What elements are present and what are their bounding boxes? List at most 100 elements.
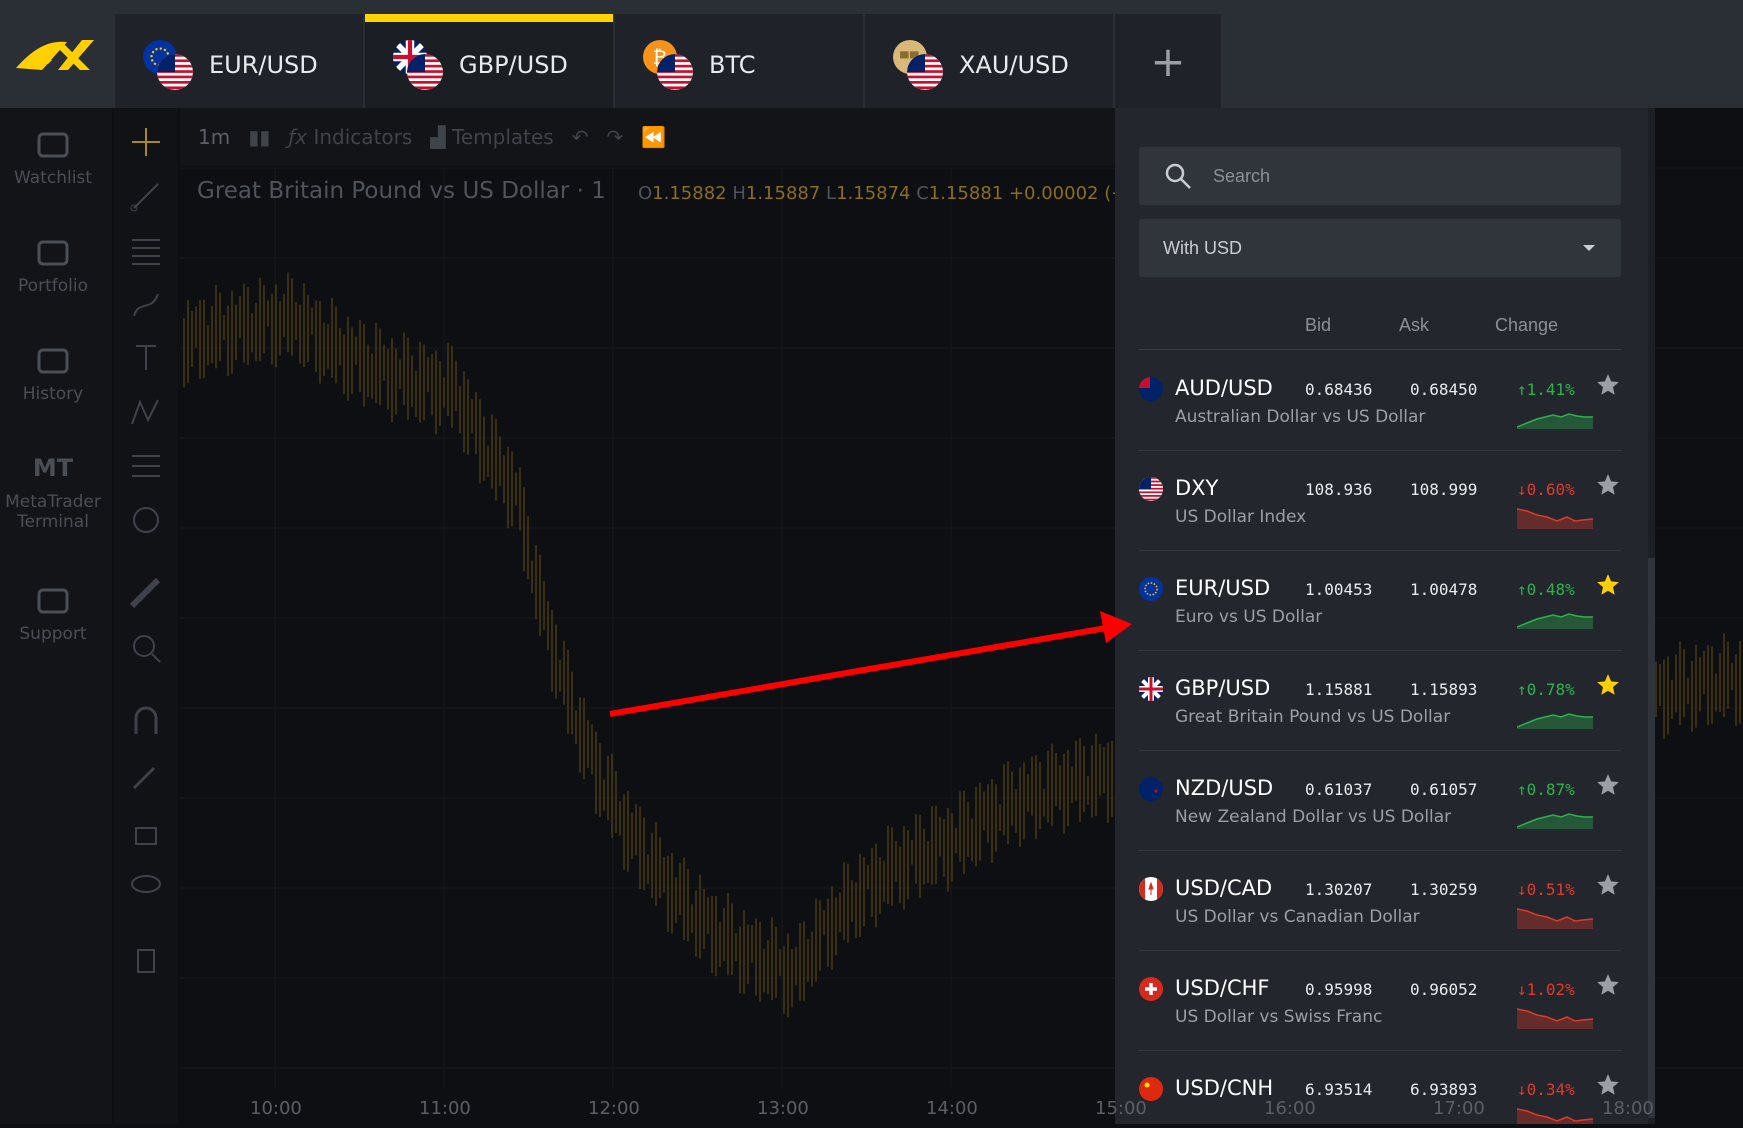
eye-icon[interactable] — [128, 866, 164, 902]
rewind-icon[interactable]: ⏪ — [641, 125, 666, 149]
zoom-in-icon[interactable] — [128, 630, 164, 666]
tab-label: XAU/USD — [959, 51, 1069, 79]
indicators-button[interactable]: ƒx Indicators — [288, 125, 412, 149]
arrow-up-icon: ↑ — [1517, 780, 1527, 799]
favorite-star-icon[interactable] — [1595, 572, 1621, 598]
scrollbar-thumb[interactable] — [1648, 558, 1655, 1118]
panel-scrollbar[interactable] — [1648, 108, 1655, 1124]
favorite-star-icon[interactable] — [1595, 972, 1621, 998]
flag-icon — [1139, 477, 1163, 501]
candle-type-icon[interactable]: ▮▮ — [248, 125, 270, 149]
arrow-up-icon: ↑ — [1517, 580, 1527, 599]
watchlist-row[interactable]: USD/CHF US Dollar vs Swiss Franc 0.95998 0.… — [1139, 950, 1621, 1051]
watchlist-row[interactable]: GBP/USD Great Britain Pound vs US Dollar 1… — [1139, 650, 1621, 751]
watchlist-row[interactable]: AUD/USD Australian Dollar vs US Dollar 0.6… — [1139, 350, 1621, 451]
change-percent: ↑1.41% — [1517, 380, 1575, 399]
change-value: 0.87% — [1526, 780, 1575, 799]
crosshair-icon[interactable] — [128, 124, 164, 160]
symbol: DXY — [1175, 476, 1219, 500]
brush-tool-icon[interactable] — [128, 286, 164, 322]
time-axis-label: 14:00 — [926, 1098, 978, 1119]
magnet-icon[interactable] — [128, 704, 164, 740]
ask-header: Ask — [1399, 315, 1430, 335]
ask-price: 1.15893 — [1410, 680, 1478, 699]
favorite-star-icon[interactable] — [1595, 1072, 1621, 1098]
favorite-star-icon[interactable] — [1595, 672, 1621, 698]
watchlist-row[interactable]: USD/CNH 6.93514 6.93893 ↓0.34% — [1139, 1050, 1621, 1124]
change-percent: ↓0.34% — [1517, 1080, 1575, 1099]
favorite-star-icon[interactable] — [1595, 472, 1621, 498]
pair-flag-icon: ₿ — [643, 40, 695, 90]
filter-select[interactable]: With USD — [1139, 219, 1621, 277]
search-box[interactable] — [1139, 147, 1621, 205]
bid-price: 0.95998 — [1305, 980, 1373, 999]
ohlc-readout: O1.15882 H1.15887 L1.15874 C1.15881 +0.0… — [638, 183, 1138, 204]
logo[interactable] — [12, 30, 102, 80]
nav-label: History — [22, 384, 84, 404]
line-tool-icon[interactable] — [128, 178, 164, 214]
flag-icon — [1139, 977, 1163, 1001]
nav-watchlist[interactable]: Watchlist — [0, 124, 106, 188]
interval-button[interactable]: 1m — [198, 125, 230, 149]
templates-button[interactable]: ▟ Templates — [430, 125, 553, 149]
ask-price: 0.68450 — [1410, 380, 1478, 399]
change-value: 0.78% — [1526, 680, 1575, 699]
undo-icon[interactable]: ↶ — [572, 125, 589, 149]
symbol-description: Euro vs US Dollar — [1175, 607, 1323, 627]
flag-icon — [1139, 677, 1163, 701]
sparkline — [1517, 1008, 1593, 1029]
favorite-star-icon[interactable] — [1595, 772, 1621, 798]
sparkline — [1517, 613, 1593, 629]
nav-support[interactable]: Support — [0, 580, 106, 644]
search-input[interactable] — [1211, 164, 1595, 188]
arrow-up-icon: ↑ — [1517, 380, 1527, 399]
bid-price: 1.15881 — [1305, 680, 1373, 699]
add-tab-button[interactable]: + — [1115, 14, 1221, 108]
nav-metatrader[interactable]: MT MetaTrader Terminal — [0, 448, 106, 532]
nav-history[interactable]: History — [0, 340, 106, 404]
change-value: 0.60% — [1526, 480, 1575, 499]
watchlist-row[interactable]: DXY US Dollar Index 108.936 108.999 ↓0.60% — [1139, 450, 1621, 551]
nav-portfolio[interactable]: Portfolio — [0, 232, 106, 296]
lock-pencil-icon[interactable] — [128, 758, 164, 794]
arrow-down-icon: ↓ — [1517, 1080, 1527, 1099]
plus-icon: + — [1150, 36, 1186, 86]
change-percent: ↑0.78% — [1517, 680, 1575, 699]
favorite-star-icon[interactable] — [1595, 872, 1621, 898]
watchlist-row[interactable]: NZD/USD New Zealand Dollar vs US Dollar 0.… — [1139, 750, 1621, 851]
nav-label: Watchlist — [14, 168, 92, 188]
ask-price: 6.93893 — [1410, 1080, 1478, 1099]
pattern-tool-icon[interactable] — [128, 394, 164, 430]
lock-icon[interactable] — [128, 812, 164, 848]
time-axis-label: 10:00 — [250, 1098, 302, 1119]
ask-price: 0.61057 — [1410, 780, 1478, 799]
watchlist-row[interactable]: EUR/USD Euro vs US Dollar 1.00453 1.00478 ↑0… — [1139, 550, 1621, 651]
tab-xau-usd[interactable]: XAU/USD — [865, 14, 1113, 108]
search-icon — [1165, 163, 1191, 189]
smiley-icon[interactable] — [128, 502, 164, 538]
redo-icon[interactable]: ↷ — [607, 125, 624, 149]
chart-toolbar: 1m ▮▮ ƒx Indicators ▟ Templates ↶ ↷ ⏪ — [180, 108, 1120, 166]
change-percent: ↓1.02% — [1517, 980, 1575, 999]
change-value: 0.51% — [1526, 880, 1575, 899]
favorite-star-icon[interactable] — [1595, 372, 1621, 398]
arrow-up-icon: ↑ — [1517, 680, 1527, 699]
time-axis-label: 13:00 — [757, 1098, 809, 1119]
arrow-down-icon: ↓ — [1517, 880, 1527, 899]
watchlist-row[interactable]: USD/CAD US Dollar vs Canadian Dollar 1.302… — [1139, 850, 1621, 951]
briefcase-icon — [0, 232, 106, 272]
symbol: USD/CHF — [1175, 976, 1270, 1000]
ruler-icon[interactable] — [128, 576, 164, 612]
change-value: 0.48% — [1526, 580, 1575, 599]
tab-btc[interactable]: ₿ BTC — [615, 14, 863, 108]
fib-tool-icon[interactable] — [128, 232, 164, 268]
change-percent: ↑0.87% — [1517, 780, 1575, 799]
nav-label: Support — [19, 624, 87, 644]
text-tool-icon[interactable] — [128, 340, 164, 376]
measure-tool-icon[interactable] — [128, 448, 164, 484]
mt-icon: MT — [32, 454, 74, 482]
change-percent: ↓0.51% — [1517, 880, 1575, 899]
tab-gbp-usd[interactable]: GBP/USD — [365, 14, 613, 108]
trash-icon[interactable] — [128, 940, 164, 976]
tab-eur-usd[interactable]: EUR/USD — [115, 14, 363, 108]
